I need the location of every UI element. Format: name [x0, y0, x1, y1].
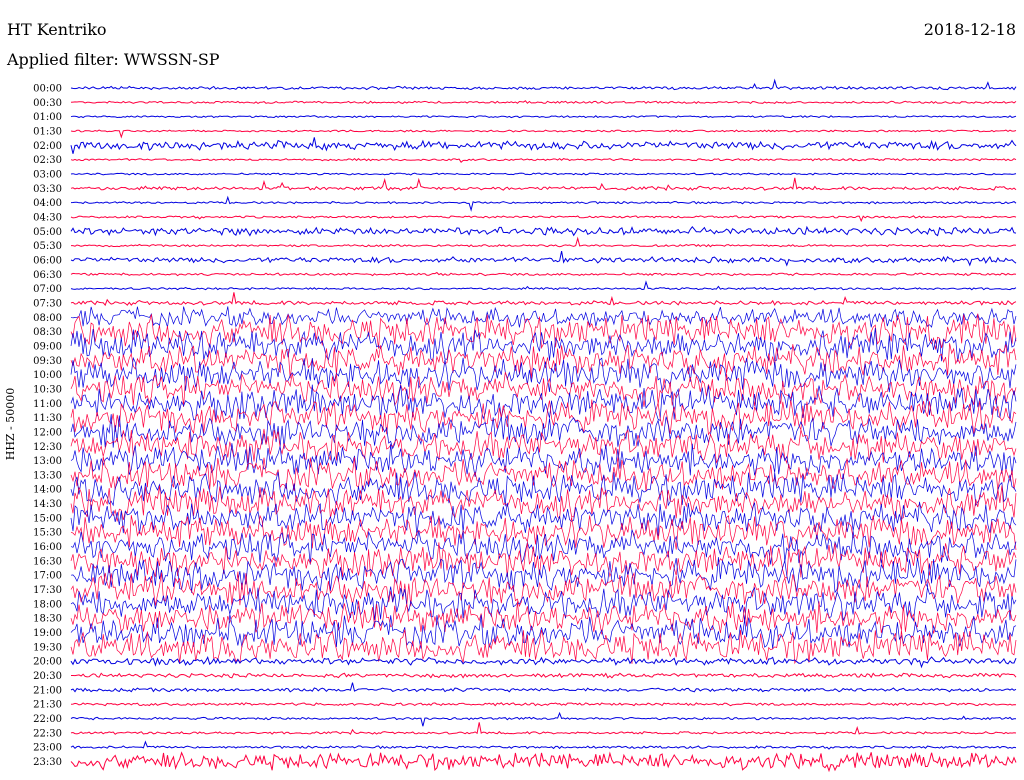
tick-label: 15:00 [33, 513, 62, 524]
tick-label: 08:30 [33, 327, 62, 338]
trace-line [70, 655, 1017, 669]
y-axis-label: HHZ - 50000 [4, 388, 17, 461]
tick-label: 01:30 [33, 126, 62, 137]
tick-label: 16:30 [33, 556, 62, 567]
trace-line [70, 215, 1017, 223]
trace-line [70, 740, 1017, 750]
tick-label: 06:30 [33, 270, 62, 281]
tick-label: 09:00 [33, 341, 62, 352]
tick-label: 19:00 [33, 628, 62, 639]
trace-line [70, 129, 1017, 139]
trace-line [70, 115, 1017, 119]
trace-line [70, 751, 1017, 773]
trace-line [70, 250, 1017, 267]
tick-label: 21:00 [33, 685, 62, 696]
tick-label: 23:30 [33, 757, 62, 768]
tick-label: 00:00 [33, 84, 62, 95]
tick-label: 07:30 [33, 298, 62, 309]
tick-label: 08:00 [33, 313, 62, 324]
tick-label: 11:30 [33, 413, 62, 424]
tick-label: 22:00 [33, 714, 62, 725]
tick-label: 06:00 [33, 255, 62, 266]
tick-label: 15:30 [33, 528, 62, 539]
trace-line [71, 672, 1017, 679]
trace-line [70, 280, 1017, 291]
tick-label: 18:00 [33, 599, 62, 610]
trace-line [70, 177, 1017, 191]
tick-label: 19:30 [33, 642, 62, 653]
tick-label: 17:00 [33, 571, 62, 582]
tick-label: 05:30 [33, 241, 62, 252]
tick-label: 10:00 [33, 370, 62, 381]
tick-label: 01:00 [33, 112, 62, 123]
tick-label: 12:00 [33, 427, 62, 438]
tick-label: 03:30 [33, 184, 62, 195]
traces [70, 78, 1017, 773]
tick-label: 05:00 [33, 227, 62, 238]
tick-label: 12:30 [33, 442, 62, 453]
tick-label: 07:00 [33, 284, 62, 295]
tick-label: 18:30 [33, 614, 62, 625]
tick-label: 02:00 [33, 141, 62, 152]
tick-label: 20:30 [33, 671, 62, 682]
trace-line [70, 586, 1017, 622]
trace-line [70, 195, 1017, 212]
tick-label: 04:30 [33, 212, 62, 223]
tick-label: 17:30 [33, 585, 62, 596]
tick-label: 00:30 [33, 98, 62, 109]
tick-label: 14:00 [33, 485, 62, 496]
trace-line [70, 711, 1017, 727]
tick-label: 14:30 [33, 499, 62, 510]
tick-label: 22:30 [33, 728, 62, 739]
tick-label: 21:30 [33, 700, 62, 711]
trace-line [70, 600, 1017, 635]
tick-label: 13:30 [33, 470, 62, 481]
tick-label: 11:00 [33, 399, 62, 410]
trace-line [70, 542, 1017, 579]
tick-label: 16:00 [33, 542, 62, 553]
trace-line [70, 722, 1017, 735]
tick-label: 13:00 [33, 456, 62, 467]
tick-label: 04:00 [33, 198, 62, 209]
tick-label: 23:00 [33, 743, 62, 754]
trace-line [70, 313, 1017, 350]
tick-labels: 00:00 00:30 01:00 01:30 02:00 02:30 03:00 03:30… [33, 84, 62, 769]
tick-label: 02:30 [33, 155, 62, 166]
trace-line [70, 702, 1017, 707]
trace-line [70, 292, 1017, 307]
trace-line [70, 271, 1017, 277]
trace-line [70, 172, 1017, 176]
trace-line [70, 356, 1017, 393]
trace-line [70, 157, 1017, 163]
tick-label: 03:00 [33, 169, 62, 180]
tick-label: 09:30 [33, 356, 62, 367]
trace-line [70, 137, 1017, 154]
tick-label: 10:30 [33, 384, 62, 395]
trace-line [70, 78, 1017, 91]
helicorder-plot: HHZ - 50000 00:00 00:30 01:00 01:30 02:00 02:… [4, 78, 1017, 773]
trace-line [71, 236, 1017, 248]
trace-line [70, 100, 1017, 105]
trace-line [70, 306, 1017, 328]
trace-line [70, 682, 1017, 693]
trace-line [70, 225, 1017, 237]
tick-label: 20:00 [33, 657, 62, 668]
